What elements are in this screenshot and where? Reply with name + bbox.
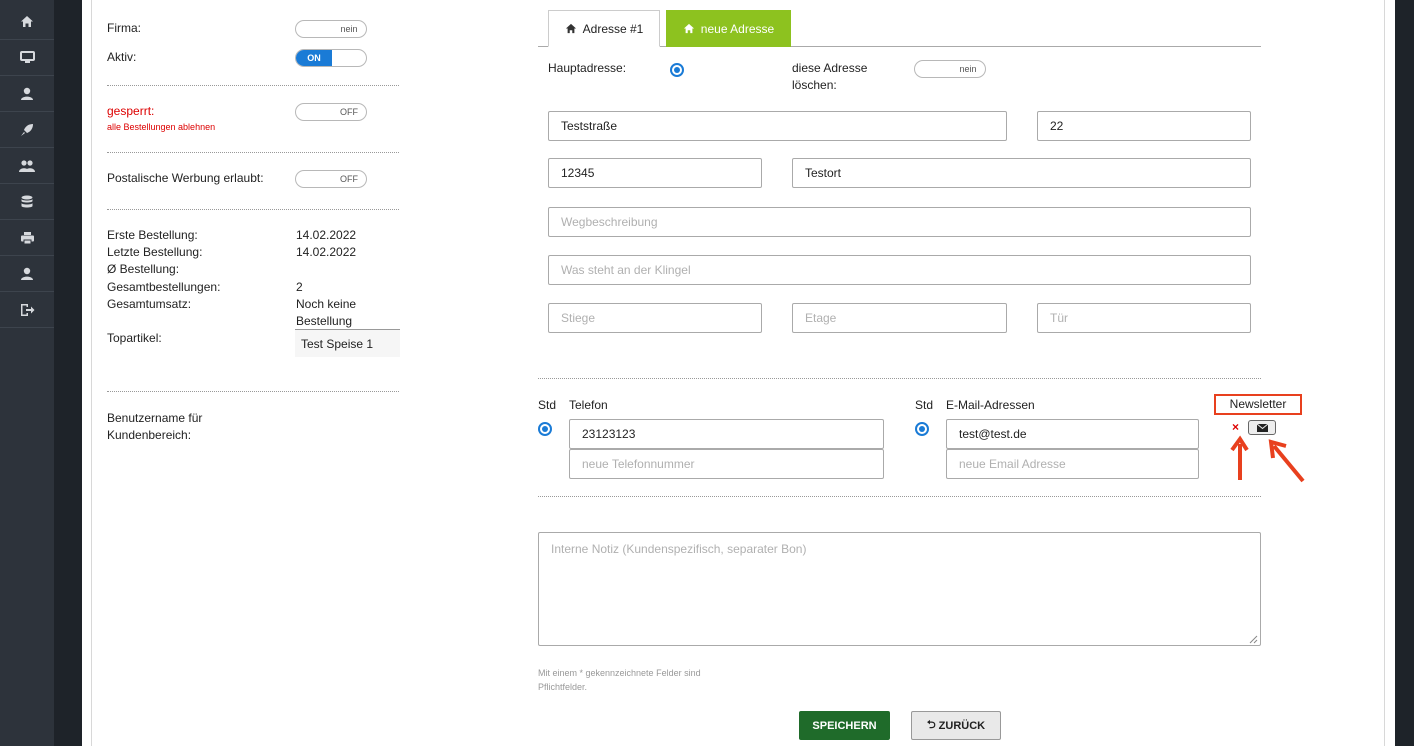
tab-adresse-1[interactable]: Adresse #1 — [548, 10, 660, 47]
sidebar-gutter — [54, 0, 82, 746]
stat-label: Letzte Bestellung: — [107, 245, 203, 259]
doorbell-input[interactable]: Was steht an der Klingel — [548, 255, 1251, 285]
firma-label: Firma: — [107, 21, 141, 35]
gesperrt-toggle-state: OFF — [340, 107, 358, 117]
resize-handle-icon[interactable] — [1248, 634, 1258, 644]
city-input[interactable]: Testort — [792, 158, 1251, 188]
sidebar — [0, 0, 54, 746]
werbung-toggle-state: OFF — [340, 174, 358, 184]
tab-label: neue Adresse — [700, 21, 775, 36]
werbung-label: Postalische Werbung erlaubt: — [107, 171, 264, 185]
directions-input[interactable]: Wegbeschreibung — [548, 207, 1251, 237]
default-email-radio[interactable] — [915, 422, 929, 436]
gesperrt-toggle[interactable]: OFF — [295, 103, 367, 121]
hauptadresse-radio[interactable] — [670, 63, 684, 77]
users-icon — [19, 159, 35, 172]
newsletter-label: Newsletter — [1214, 394, 1302, 415]
logout-icon — [20, 303, 34, 316]
stat-label: Erste Bestellung: — [107, 228, 198, 242]
tuer-input[interactable]: Tür — [1037, 303, 1251, 333]
user-icon — [21, 267, 33, 280]
newsletter-unsubscribed-mark[interactable]: × — [1232, 420, 1239, 434]
sidebar-item-users[interactable] — [0, 148, 54, 184]
stiege-input[interactable]: Stiege — [548, 303, 762, 333]
internal-note-textarea[interactable]: Interne Notiz (Kundenspezifisch, separat… — [538, 532, 1261, 646]
envelope-icon — [1256, 423, 1268, 432]
divider — [107, 209, 399, 210]
divider — [107, 152, 399, 153]
stat-label: Gesamtbestellungen: — [107, 280, 221, 294]
home-icon — [21, 16, 33, 27]
divider — [107, 391, 399, 392]
stat-label: Gesamtumsatz: — [107, 297, 192, 311]
aktiv-toggle-state: ON — [296, 50, 332, 66]
sidebar-item-logout[interactable] — [0, 292, 54, 328]
stat-value: 14.02.2022 — [296, 228, 357, 242]
phone-input[interactable]: 23123123 — [569, 419, 884, 449]
new-email-input[interactable]: neue Email Adresse — [946, 449, 1199, 479]
newsletter-mail-button[interactable] — [1248, 420, 1276, 435]
gesperrt-label: gesperrt: — [107, 104, 155, 118]
user-icon — [21, 87, 33, 100]
stat-value: Noch keine Bestellung — [296, 297, 357, 328]
address-tab-content — [538, 47, 1261, 344]
std-label: Std — [538, 398, 557, 412]
database-icon — [21, 195, 33, 207]
delete-address-label: diese Adresse löschen: — [792, 61, 868, 92]
back-button-label: ZURÜCK — [938, 719, 986, 732]
sidebar-item-database[interactable] — [0, 184, 54, 220]
email-label: E-Mail-Adressen — [946, 398, 1035, 412]
save-button[interactable]: SPEICHERN — [799, 711, 890, 740]
email-input[interactable]: test@test.de — [946, 419, 1199, 449]
sidebar-item-monitor[interactable] — [0, 40, 54, 76]
street-input[interactable]: Teststraße — [548, 111, 1007, 141]
printer-icon — [20, 231, 34, 244]
std-label: Std — [915, 398, 934, 412]
stat-value: 14.02.2022 — [296, 245, 357, 259]
stat-value: 2 — [296, 280, 303, 294]
sidebar-item-home[interactable] — [0, 4, 54, 40]
tab-neue-adresse[interactable]: neue Adresse — [666, 10, 791, 47]
tab-label: Adresse #1 — [582, 21, 644, 36]
right-edge — [1395, 0, 1414, 746]
stat-label: Ø Bestellung: — [107, 262, 180, 276]
delete-address-toggle-state: nein — [959, 64, 977, 74]
divider — [538, 496, 1261, 497]
sidebar-item-account[interactable] — [0, 256, 54, 292]
werbung-toggle[interactable]: OFF — [295, 170, 367, 188]
sidebar-item-user[interactable] — [0, 76, 54, 112]
topartikel-value: Test Speise 1 — [301, 337, 374, 351]
divider — [538, 378, 1261, 379]
divider — [107, 85, 399, 86]
delete-address-toggle[interactable]: nein — [914, 60, 986, 78]
home-icon — [565, 23, 576, 34]
etage-input[interactable]: Etage — [792, 303, 1007, 333]
default-phone-radio[interactable] — [538, 422, 552, 436]
house-number-input[interactable]: 22 — [1037, 111, 1251, 141]
rocket-icon — [21, 123, 33, 136]
home-icon — [683, 23, 694, 34]
monitor-icon — [19, 51, 35, 63]
topartikel-label: Topartikel: — [107, 331, 162, 345]
sidebar-item-rocket[interactable] — [0, 112, 54, 148]
sidebar-item-printer[interactable] — [0, 220, 54, 256]
aktiv-toggle[interactable]: ON — [295, 49, 367, 67]
firma-toggle-state: nein — [340, 24, 358, 34]
hauptadresse-label: Hauptadresse: — [548, 61, 627, 75]
benutzername-label: Benutzername für Kundenbereich: — [107, 411, 203, 442]
new-phone-input[interactable]: neue Telefonnummer — [569, 449, 884, 479]
firma-toggle[interactable]: nein — [295, 20, 367, 38]
annotation-arrows — [1230, 435, 1305, 483]
back-button[interactable]: ⮌ ZURÜCK — [911, 711, 1001, 740]
telefon-label: Telefon — [569, 398, 608, 412]
gesperrt-sublabel: alle Bestellungen ablehnen — [107, 122, 216, 132]
zip-input[interactable]: 12345 — [548, 158, 762, 188]
back-arrow-icon: ⮌ — [926, 719, 936, 731]
aktiv-label: Aktiv: — [107, 50, 137, 64]
required-fields-hint: Mit einem * gekennzeichnete Felder sind … — [538, 668, 701, 692]
